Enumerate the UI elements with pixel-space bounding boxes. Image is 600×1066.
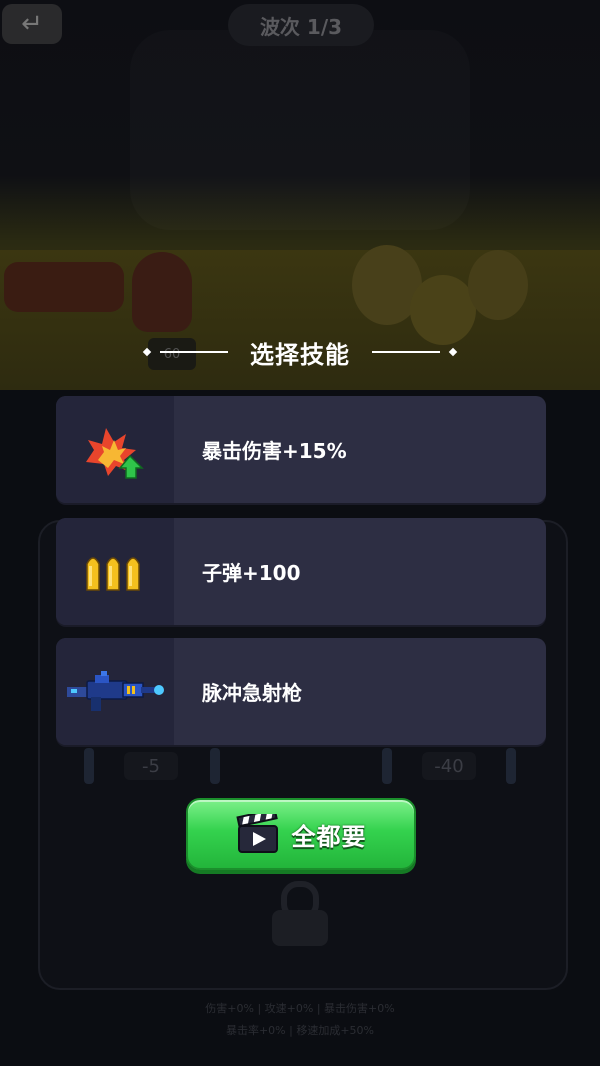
left-turret	[4, 262, 124, 312]
diamond-ornament-icon	[142, 347, 152, 357]
back-arrow-icon: ↵	[21, 9, 43, 39]
video-clapper-icon	[235, 814, 278, 853]
diamond-ornament-icon	[448, 347, 458, 357]
bg-gauge-bar	[84, 748, 94, 784]
player-character	[132, 252, 192, 332]
bg-gauge-bar	[506, 748, 516, 784]
bullets-icon	[86, 556, 140, 591]
scene-backdrop	[130, 30, 470, 230]
crit-burst-up-icon	[86, 427, 144, 479]
pulse-rifle-icon	[67, 670, 164, 711]
claim-all-label: 全都要	[291, 822, 367, 851]
bg-gauge-bar	[382, 748, 392, 784]
bg-gauge-bar	[210, 748, 220, 784]
skill-label: 脉冲急射枪	[202, 681, 302, 705]
skill-label: 子弹+100	[202, 561, 301, 585]
skill-card-crit-damage[interactable]: 暴击伤害+15%	[56, 396, 546, 503]
skill-card-bullets[interactable]: 子弹+100	[56, 518, 546, 625]
skill-card-pulse-rifle[interactable]: 脉冲急射枪	[56, 638, 546, 745]
skill-icon-box	[56, 638, 174, 745]
back-button[interactable]: ↵	[2, 4, 62, 44]
bg-stat-right: -40	[422, 752, 476, 780]
padlock-icon	[272, 881, 328, 946]
dialog-title-row: 选择技能	[120, 332, 480, 372]
wave-indicator: 波次 1/3	[228, 4, 374, 46]
bg-stats-line-1: 伤害+0% | 攻速+0% | 暴击伤害+0%	[205, 1002, 395, 1015]
claim-all-button[interactable]: 全都要	[186, 798, 416, 870]
dialog-title: 选择技能	[250, 340, 350, 369]
title-divider	[160, 351, 228, 353]
skill-icon-box	[56, 518, 174, 625]
enemy-group	[468, 250, 528, 320]
skill-icon-box	[56, 396, 174, 503]
skill-label: 暴击伤害+15%	[202, 439, 347, 463]
bg-stat-left: -5	[124, 752, 178, 780]
title-divider	[372, 351, 440, 353]
bg-stats-line-2: 暴击率+0% | 移速加成+50%	[225, 1024, 375, 1037]
